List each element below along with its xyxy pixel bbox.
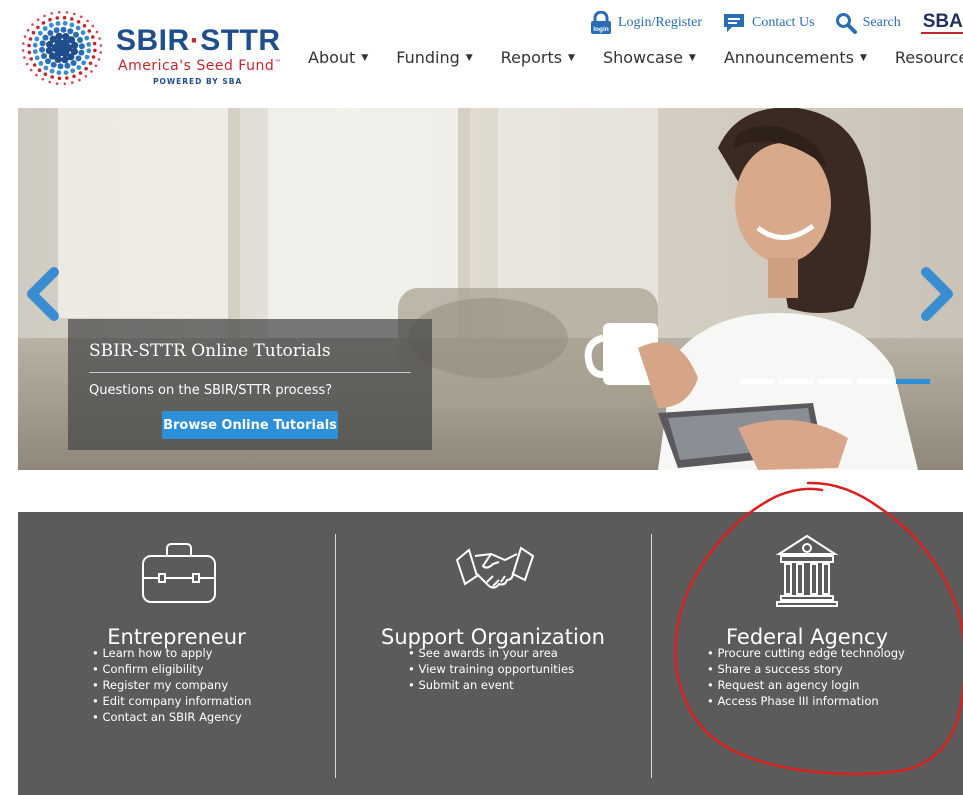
nav-about-label: About <box>308 48 356 67</box>
briefcase-icon <box>142 543 216 603</box>
contact-us-link[interactable]: Contact Us <box>722 12 815 34</box>
audience-federal-agency[interactable]: Federal Agency Procure cutting edge tech… <box>651 512 963 795</box>
search-label: Search <box>862 15 901 30</box>
caret-down-icon: ▼ <box>361 52 369 63</box>
nav-resources[interactable]: Resources▼ <box>895 48 963 67</box>
carousel-indicators <box>740 379 935 384</box>
svg-text:login: login <box>593 26 609 33</box>
nav-funding[interactable]: Funding ▼ <box>396 48 472 67</box>
nav-reports[interactable]: Reports ▼ <box>501 48 575 67</box>
hero-carousel[interactable]: SBIR-STTR Online Tutorials Questions on … <box>18 108 963 470</box>
handshake-icon <box>455 546 535 589</box>
nav-showcase[interactable]: Showcase ▼ <box>603 48 696 67</box>
carousel-next-arrow-icon[interactable] <box>920 266 956 322</box>
caption-title: SBIR-STTR Online Tutorials <box>89 341 331 361</box>
government-building-icon <box>775 534 839 607</box>
list-item[interactable]: Confirm eligibility <box>92 661 251 677</box>
list-item[interactable]: Access Phase III information <box>707 693 905 709</box>
logo-title: SBIR·STTR <box>116 24 281 57</box>
caret-down-icon: ▼ <box>688 52 696 63</box>
entrepreneur-links: Learn how to apply Confirm eligibility R… <box>92 645 251 725</box>
list-item[interactable]: Learn how to apply <box>92 645 251 661</box>
nav-reports-label: Reports <box>500 48 563 67</box>
logo-subtitle: America's Seed Fund™ <box>118 58 282 74</box>
carousel-indicator[interactable] <box>896 379 930 384</box>
list-item[interactable]: Request an agency login <box>707 677 905 693</box>
login-register-link[interactable]: login Login/Register <box>590 11 702 35</box>
nav-showcase-label: Showcase <box>602 48 683 67</box>
carousel-indicator[interactable] <box>857 379 891 384</box>
nav-about[interactable]: About ▼ <box>308 48 368 67</box>
sba-logo-link[interactable]: SBA <box>920 12 963 34</box>
nav-announcements[interactable]: Announcements ▼ <box>724 48 867 67</box>
carousel-caption: SBIR-STTR Online Tutorials Questions on … <box>68 319 432 450</box>
search-icon <box>835 12 857 34</box>
caret-down-icon: ▼ <box>859 52 867 63</box>
list-item[interactable]: Register my company <box>92 677 251 693</box>
login-lock-icon: login <box>590 11 612 35</box>
contact-us-label: Contact Us <box>752 15 815 30</box>
seed-dots-logo-icon <box>21 10 103 86</box>
support-organization-links: See awards in your area View training op… <box>408 645 574 693</box>
list-item[interactable]: Contact an SBIR Agency <box>92 709 251 725</box>
utility-nav: login Login/Register Contact Us Search S… <box>590 8 963 38</box>
nav-announcements-label: Announcements <box>723 48 854 67</box>
site-header: SBIR·STTR America's Seed Fund™ POWERED B… <box>0 0 963 100</box>
carousel-indicator[interactable] <box>818 379 852 384</box>
carousel-prev-arrow-icon[interactable] <box>24 266 60 322</box>
search-link[interactable]: Search <box>835 12 901 34</box>
list-item[interactable]: Edit company information <box>92 693 251 709</box>
nav-resources-label: Resources <box>894 48 963 67</box>
list-item[interactable]: Submit an event <box>408 677 574 693</box>
audience-entrepreneur[interactable]: Entrepreneur Learn how to apply Confirm … <box>18 512 335 795</box>
list-item[interactable]: See awards in your area <box>408 645 574 661</box>
caption-text: Questions on the SBIR/STTR process? <box>89 383 333 398</box>
carousel-indicator[interactable] <box>779 379 813 384</box>
nav-funding-label: Funding <box>396 48 460 67</box>
chat-bubble-icon <box>722 12 746 34</box>
caption-divider <box>89 372 411 373</box>
browse-tutorials-button[interactable]: Browse Online Tutorials <box>162 411 338 439</box>
carousel-indicator[interactable] <box>740 379 774 384</box>
list-item[interactable]: Share a success story <box>707 661 905 677</box>
caret-down-icon: ▼ <box>465 52 473 63</box>
sbir-sttr-logo[interactable]: SBIR·STTR America's Seed Fund™ POWERED B… <box>18 6 281 96</box>
list-item[interactable]: Procure cutting edge technology <box>707 645 904 661</box>
audience-panel: Entrepreneur Learn how to apply Confirm … <box>18 512 963 795</box>
logo-powered-by: POWERED BY SBA <box>153 77 243 86</box>
main-nav: About ▼ Funding ▼ Reports ▼ Showcase ▼ Annou… <box>308 48 963 67</box>
federal-agency-links: Procure cutting edge technology Share a … <box>707 645 905 709</box>
login-register-label: Login/Register <box>618 15 702 30</box>
list-item[interactable]: View training opportunities <box>408 661 574 677</box>
caret-down-icon: ▼ <box>568 52 575 63</box>
audience-support-organization[interactable]: Support Organization See awards in your … <box>335 512 651 795</box>
